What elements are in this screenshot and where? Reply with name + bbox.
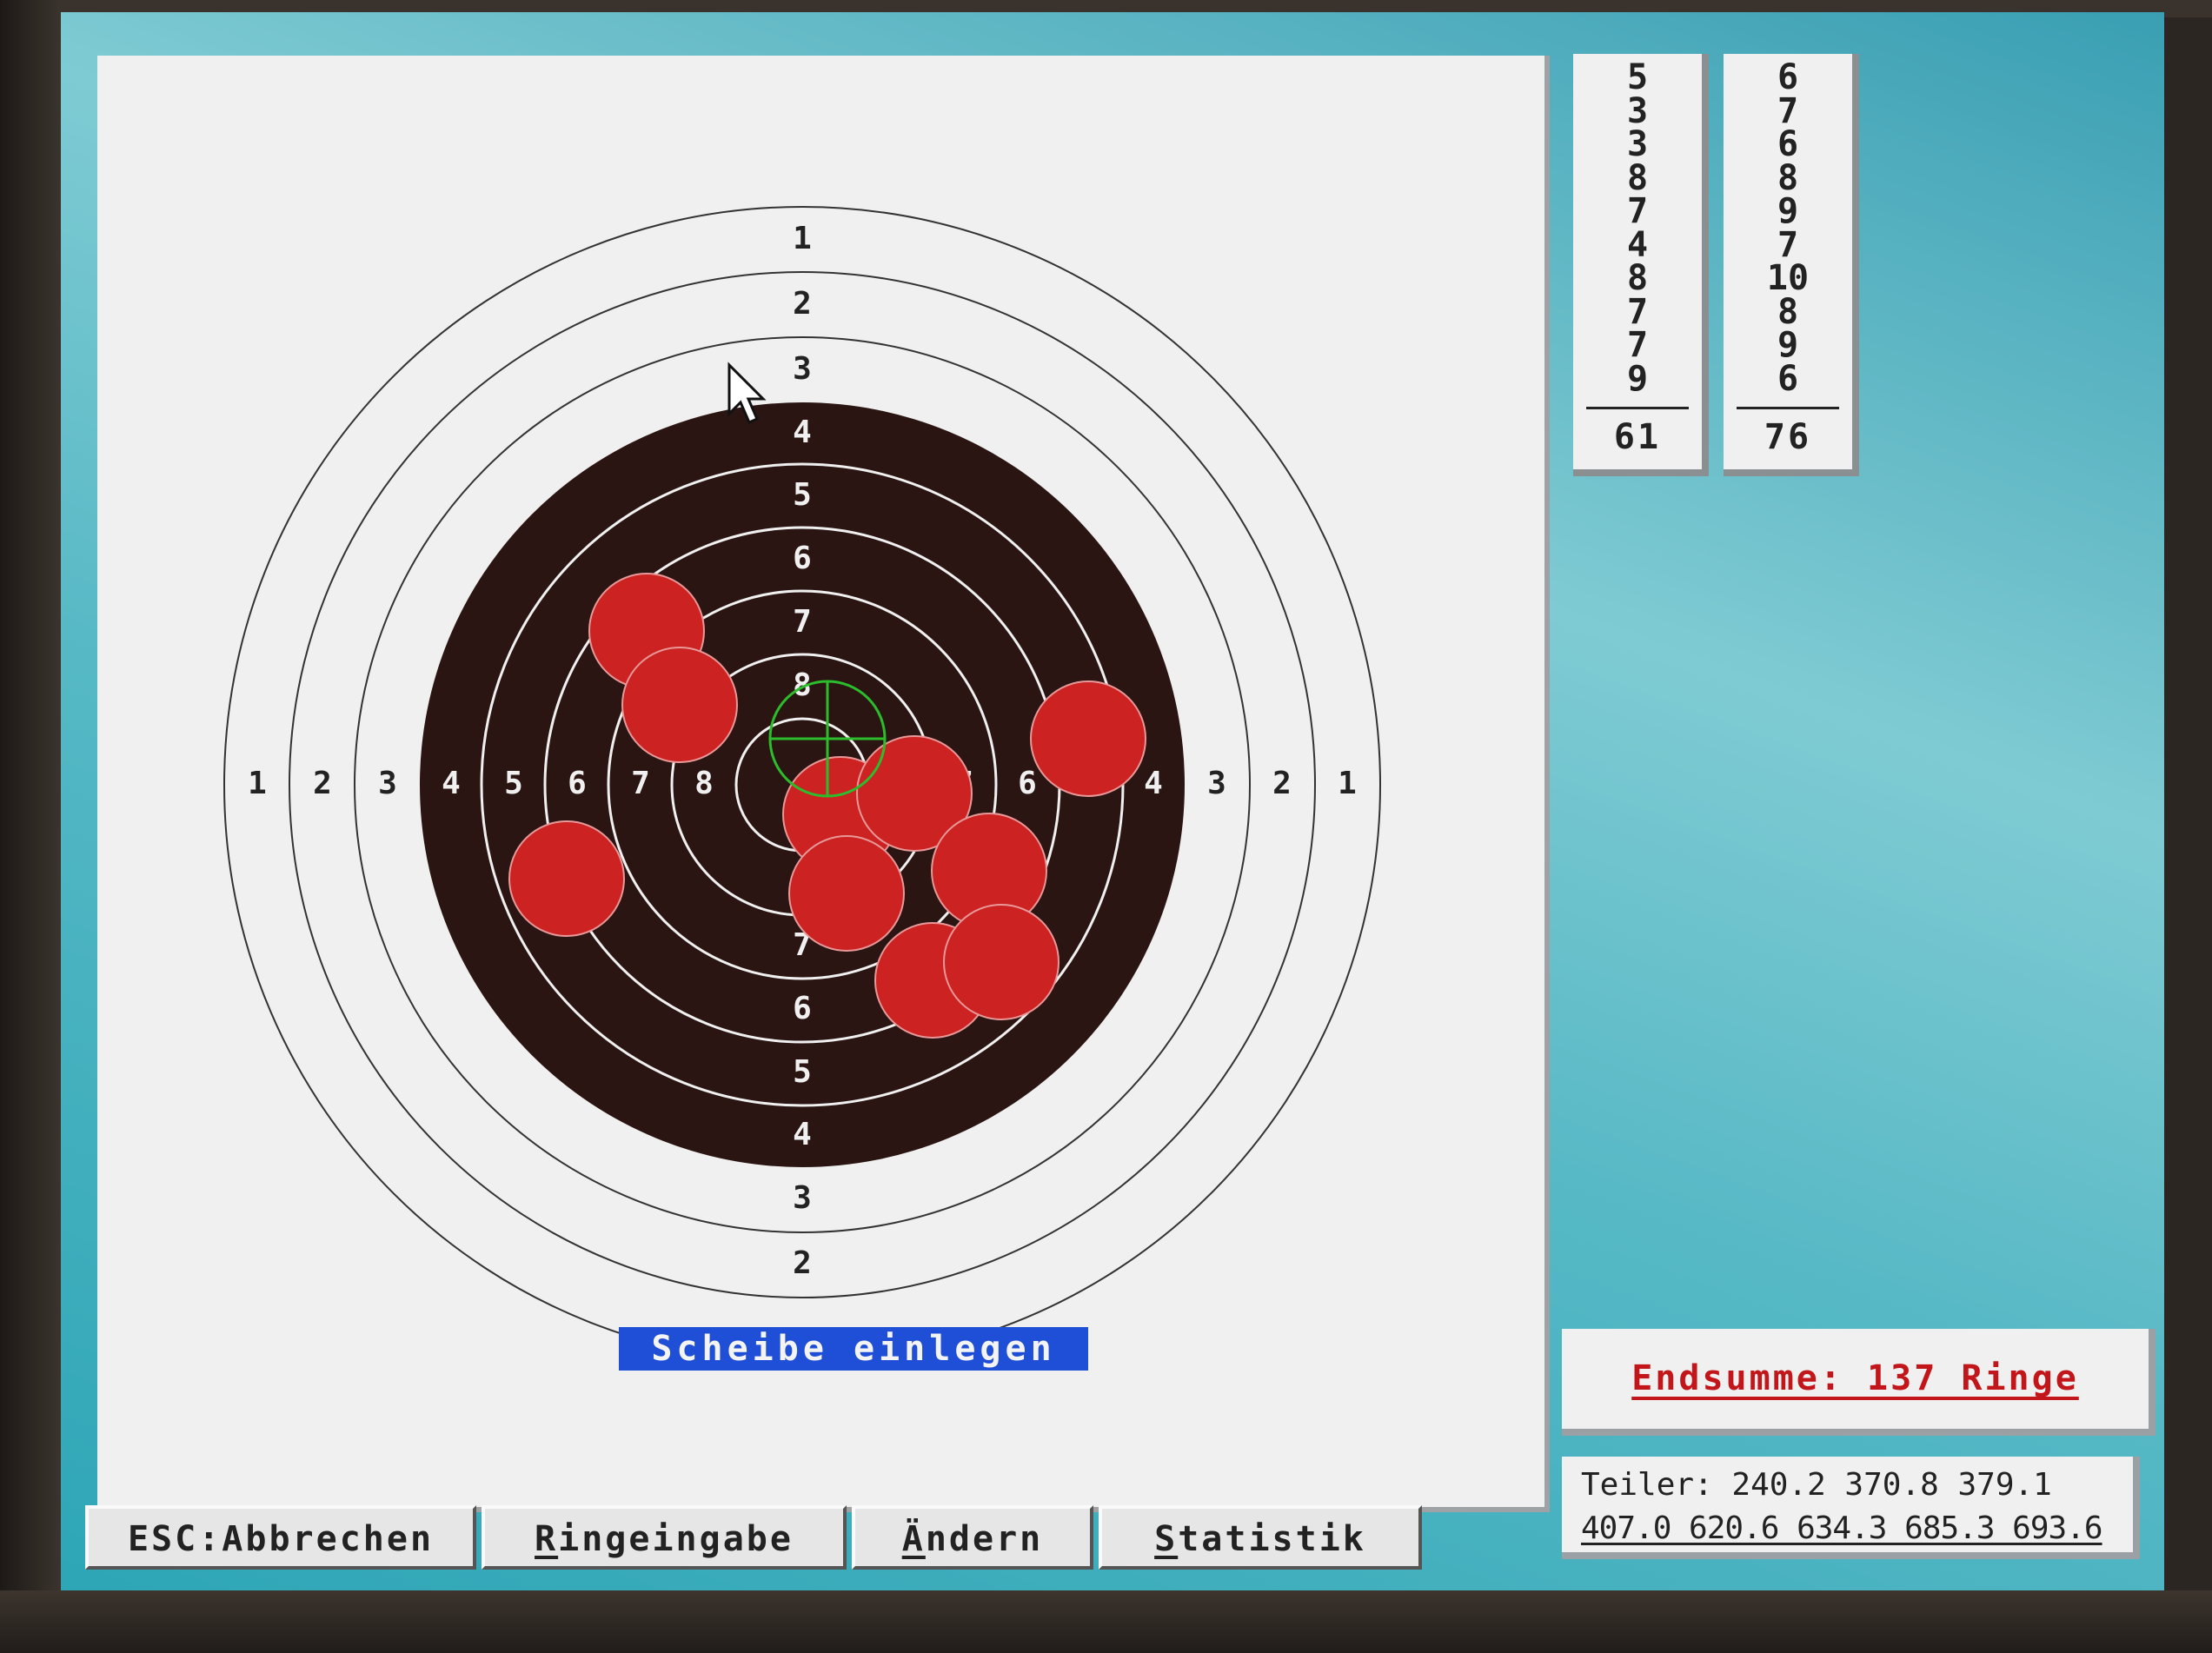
series-1-column: 5338748779 61 (1573, 54, 1709, 476)
teiler-line-1: Teiler: 240.2 370.8 379.1 (1581, 1467, 2052, 1503)
shot-value: 9 (1777, 325, 1799, 365)
endsumme-text: Endsumme: 137 Ringe (1631, 1358, 2079, 1398)
ring-number-label: 6 (793, 541, 812, 576)
shot-value: 8 (1777, 157, 1799, 198)
shot-hole (943, 904, 1060, 1020)
ring-number-label: 1 (248, 766, 267, 801)
series-1-shots: 5338748779 (1573, 57, 1702, 399)
ring-number-label: 1 (1338, 766, 1357, 801)
ring-number-label: 3 (793, 1180, 812, 1216)
shot-hole (788, 835, 905, 952)
shot-value: 8 (1626, 157, 1649, 198)
ring-number-label: 4 (793, 1117, 812, 1152)
series-2-shots: 6 7 6 8 9 7 10 8 9 6 (1724, 57, 1852, 399)
aendern-hotkey: Ä (901, 1519, 926, 1559)
esc-abbrechen-button[interactable]: ESC:Abbrechen (85, 1505, 476, 1570)
sum-rule (1586, 407, 1689, 409)
teiler-line-2: 407.0 620.6 634.3 685.3 693.6 (1581, 1510, 2103, 1546)
teiler-panel: Teiler: 240.2 370.8 379.1 407.0 620.6 63… (1562, 1457, 2140, 1559)
monitor-bezel-left (0, 0, 61, 1653)
ring-number-label: 3 (378, 766, 397, 801)
ring-number-label: 2 (1272, 766, 1292, 801)
ring-number-label: 4 (1144, 766, 1163, 801)
shot-value: 7 (1777, 224, 1799, 265)
ring-number-label: 4 (793, 415, 812, 450)
endsumme-panel: Endsumme: 137 Ringe (1562, 1329, 2156, 1436)
status-banner: Scheibe einlegen (619, 1327, 1088, 1371)
shooting-target[interactable]: 12345678123456787654321765432 (97, 56, 1544, 1507)
ringeingabe-label: ingeingabe (558, 1519, 794, 1559)
sum-rule (1737, 407, 1839, 409)
ring-number-label: 6 (568, 766, 587, 801)
statistik-hotkey: S (1154, 1519, 1179, 1559)
shot-value: 10 (1766, 258, 1810, 298)
shot-value: 6 (1777, 57, 1799, 97)
ring-number-label: 5 (793, 477, 812, 513)
ring-number-label: 2 (793, 286, 812, 322)
ring-number-label: 5 (504, 766, 523, 801)
series-1-total: 61 (1613, 417, 1662, 457)
ringeingabe-hotkey: R (535, 1519, 559, 1559)
shot-value: 9 (1777, 191, 1799, 231)
screen: 12345678123456787654321765432 (61, 12, 2164, 1590)
ring-number-label: 2 (793, 1245, 812, 1281)
ringeingabe-button[interactable]: Ringeingabe (482, 1505, 847, 1570)
shot-value: 3 (1626, 124, 1649, 164)
shot-value: 4 (1626, 224, 1649, 265)
aendern-button[interactable]: Ändern (852, 1505, 1093, 1570)
shot-value: 7 (1626, 325, 1649, 365)
ring-number-label: 6 (793, 991, 812, 1026)
shot-value: 7 (1626, 291, 1649, 332)
monitor-bezel-bottom (0, 1590, 2212, 1653)
ring-number-label: 6 (1018, 766, 1037, 801)
series-2-column: 6 7 6 8 9 7 10 8 9 6 76 (1724, 54, 1859, 476)
shot-value: 7 (1777, 90, 1799, 131)
shot-value: 7 (1626, 191, 1649, 231)
ring-number-label: 2 (313, 766, 332, 801)
shot-hole (621, 647, 738, 763)
shot-value: 5 (1626, 57, 1649, 97)
ring-number-label: 3 (1207, 766, 1226, 801)
ring-number-label: 5 (793, 1054, 812, 1090)
series-2-total: 76 (1764, 417, 1812, 457)
shot-hole (1030, 680, 1146, 797)
ring-number-label: 1 (793, 221, 812, 256)
aendern-label: ndern (925, 1519, 1044, 1559)
ring-number-label: 3 (793, 351, 812, 387)
shot-value: 8 (1626, 258, 1649, 298)
shot-value: 8 (1777, 291, 1799, 332)
shot-value: 3 (1626, 90, 1649, 131)
statistik-button[interactable]: Statistik (1099, 1505, 1422, 1570)
statistik-label: tatistik (1178, 1519, 1366, 1559)
target-panel: 12345678123456787654321765432 (97, 56, 1550, 1512)
shot-hole (508, 820, 625, 937)
shot-value: 6 (1777, 124, 1799, 164)
shot-value: 6 (1777, 358, 1799, 399)
crosshair (768, 680, 887, 798)
ring-number-label: 7 (631, 766, 650, 801)
ring-number-label: 8 (694, 766, 714, 801)
shot-value: 9 (1626, 358, 1649, 399)
ring-number-label: 7 (793, 604, 812, 640)
ring-number-label: 4 (442, 766, 461, 801)
